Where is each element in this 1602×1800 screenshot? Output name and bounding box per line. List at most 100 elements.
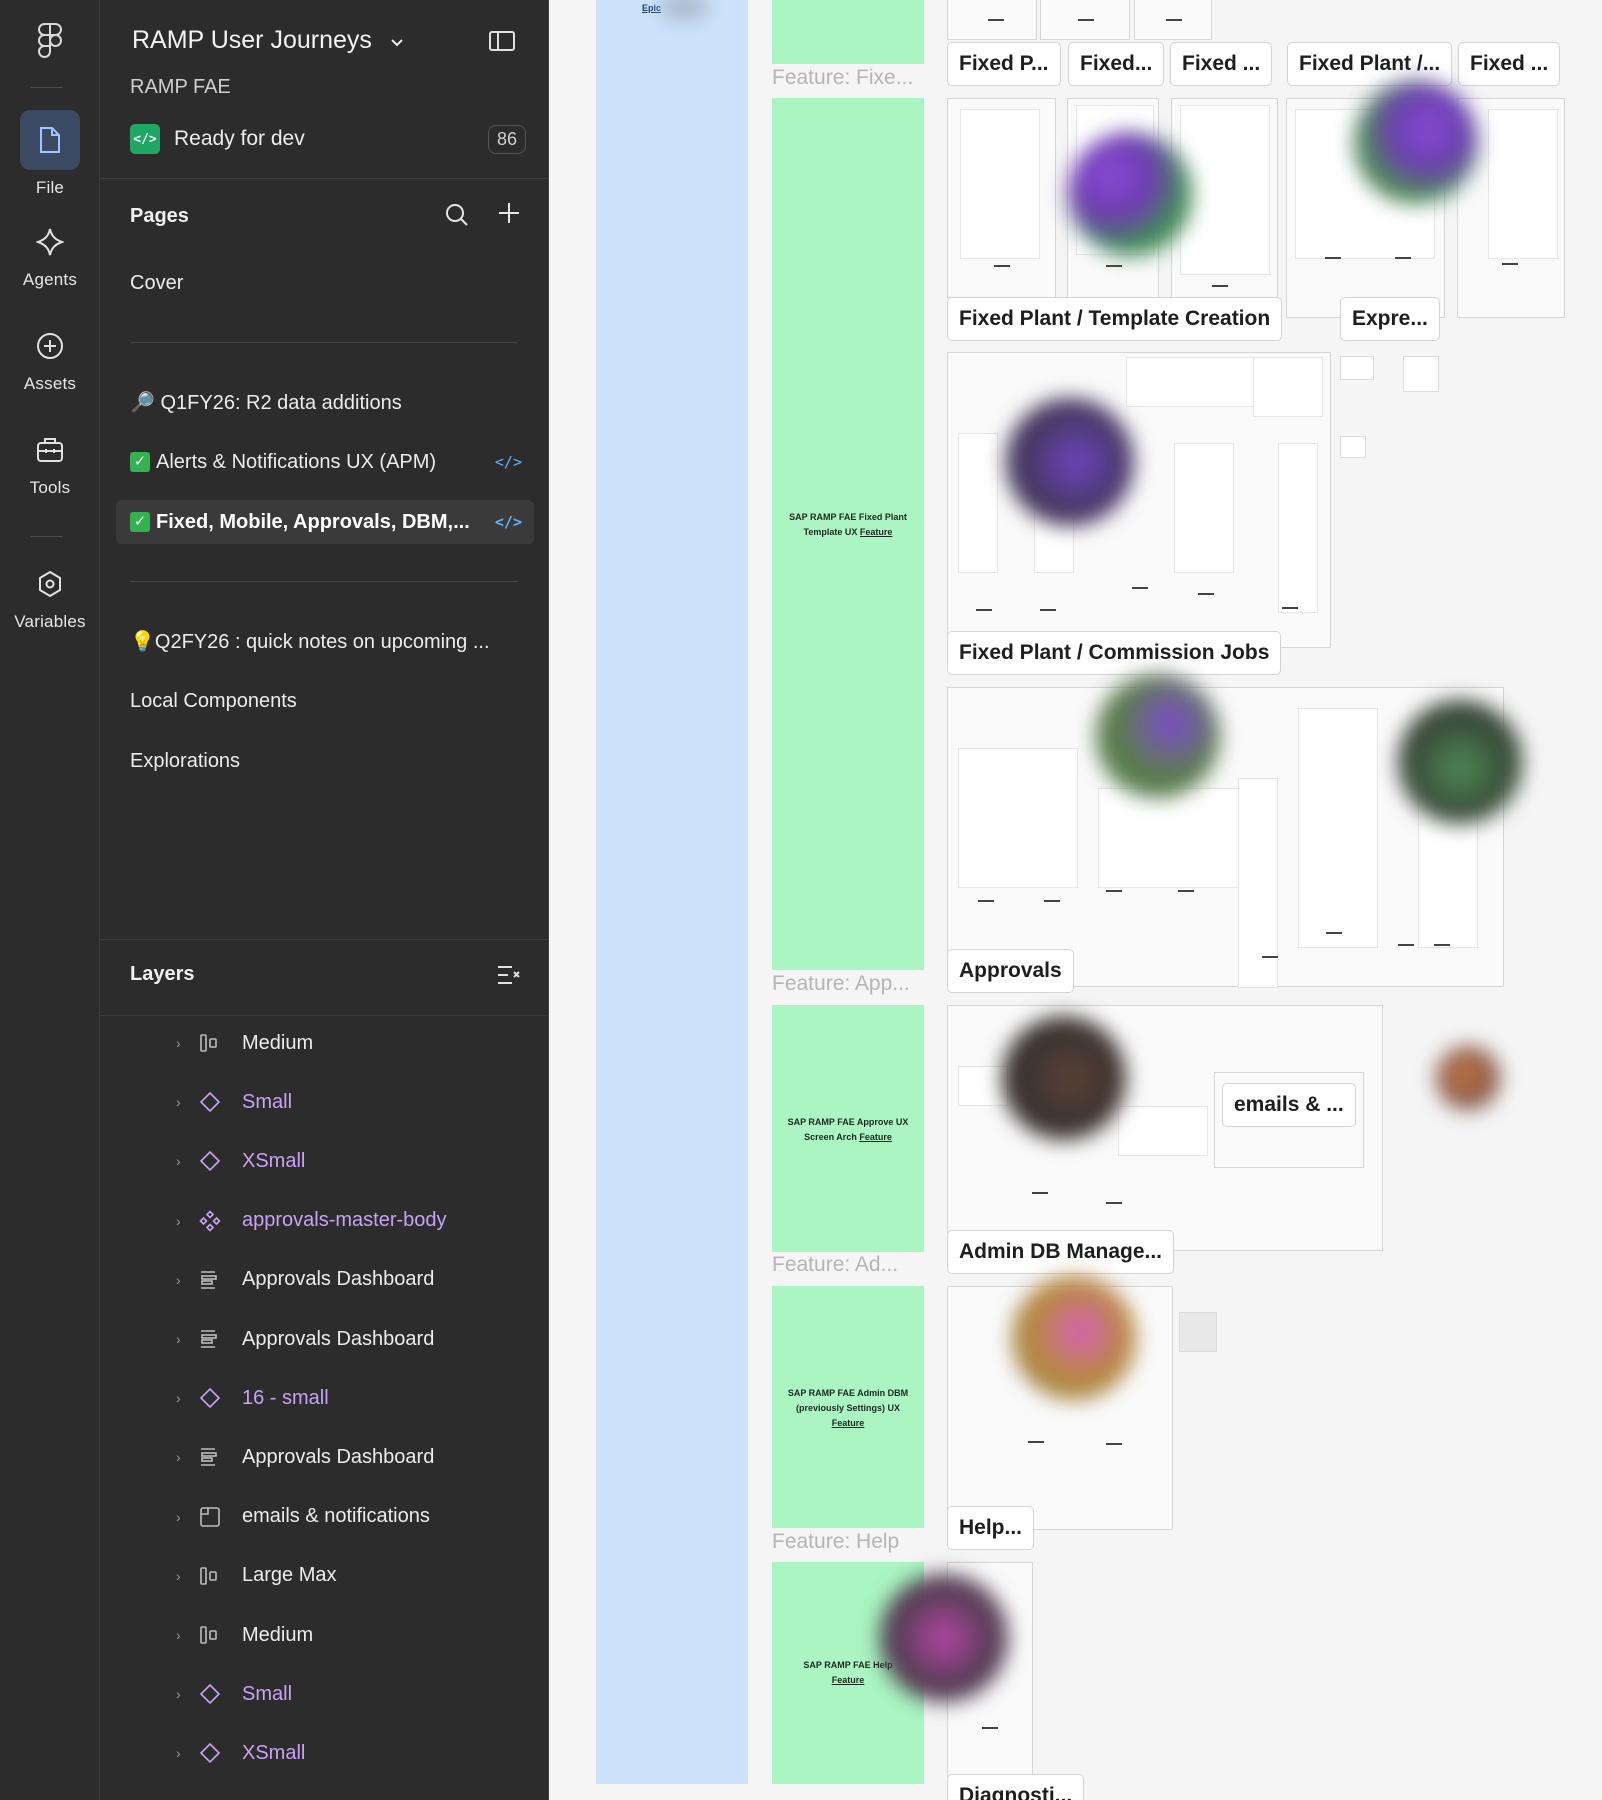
frame-title-diagnostics[interactable]: Diagnosti... xyxy=(947,1774,1085,1800)
frame-title-help[interactable]: Help... xyxy=(947,1506,1035,1550)
layer-name: XSmall xyxy=(242,1741,306,1764)
chevron-right-icon[interactable]: › xyxy=(176,1686,181,1702)
layer-name: Small xyxy=(242,1682,293,1705)
frame-title-expre[interactable]: Expre... xyxy=(1340,297,1440,341)
rail-tools-tab[interactable]: Tools xyxy=(0,430,100,498)
layer-row[interactable]: › approvals-master-body xyxy=(100,1195,549,1247)
layer-name: Large Max xyxy=(242,1564,337,1587)
frame-title-template-creation[interactable]: Fixed Plant / Template Creation xyxy=(947,297,1283,341)
chevron-right-icon[interactable]: › xyxy=(176,1153,181,1169)
rail-variables-tab[interactable]: Variables xyxy=(0,564,100,632)
layer-row[interactable]: › Large Max xyxy=(100,1550,549,1602)
search-icon[interactable] xyxy=(444,202,470,233)
blurred-avatar xyxy=(1068,132,1192,256)
page-item-label: 🔎 Q1FY26: R2 data additions xyxy=(130,391,402,414)
layer-name: Medium xyxy=(242,1031,314,1054)
feature-block-text: SAP RAMP FAE Approve UX Screen Arch Feat… xyxy=(787,1117,909,1142)
feature-label-fixed: Feature: Fixe... xyxy=(772,66,914,89)
left-panel: RAMP User Journeys RAMP FAE </> Ready fo… xyxy=(100,0,549,1800)
page-item-q1fy26[interactable]: 🔎 Q1FY26: R2 data additions xyxy=(116,380,534,424)
section-divider xyxy=(100,939,549,940)
rail-agents-tab[interactable]: Agents xyxy=(0,222,100,290)
frame-title-fixed-3[interactable]: Fixed ... xyxy=(1458,42,1561,86)
frame-title-approvals[interactable]: Approvals xyxy=(947,949,1074,993)
layer-row[interactable]: › XSmall xyxy=(100,1727,549,1779)
chevron-right-icon[interactable]: › xyxy=(176,1272,181,1288)
chevron-right-icon[interactable]: › xyxy=(176,1331,181,1347)
frame-title-commission-jobs[interactable]: Fixed Plant / Commission Jobs xyxy=(947,631,1282,675)
autolayout-icon xyxy=(198,1445,222,1469)
chevron-right-icon[interactable]: › xyxy=(176,1627,181,1643)
frame-title-emails[interactable]: emails & ... xyxy=(1222,1083,1356,1127)
frame-commission-jobs[interactable] xyxy=(947,352,1331,648)
sidebar-toggle-icon[interactable] xyxy=(488,30,516,57)
layer-row[interactable]: › Medium xyxy=(100,1609,549,1661)
collapse-layers-icon[interactable] xyxy=(496,964,522,991)
dev-mode-icon: </> xyxy=(130,124,160,154)
page-item-local-components[interactable]: Local Components xyxy=(116,679,534,723)
layer-row[interactable]: › 16 - small xyxy=(100,1372,549,1424)
chevron-right-icon[interactable]: › xyxy=(176,1213,181,1229)
layer-row[interactable]: › Medium xyxy=(100,1017,549,1069)
chevron-right-icon[interactable]: › xyxy=(176,1094,181,1110)
page-item-label: Cover xyxy=(130,271,184,294)
chevron-right-icon[interactable]: › xyxy=(176,1390,181,1406)
feature-block-approvals[interactable]: SAP RAMP FAE Approve UX Screen Arch Feat… xyxy=(772,1005,924,1252)
feature-block-admin-dbm[interactable]: SAP RAMP FAE Admin DBM (previously Setti… xyxy=(772,1286,924,1528)
chevron-right-icon[interactable]: › xyxy=(176,1745,181,1761)
frame-title-fixed-p[interactable]: Fixed P... xyxy=(947,42,1061,86)
rail-assets-tab[interactable]: Assets xyxy=(0,326,100,394)
mini-frame[interactable] xyxy=(1340,356,1374,380)
add-page-icon[interactable] xyxy=(496,200,522,231)
frame-top-2[interactable] xyxy=(1040,0,1130,40)
feature-label-help: Feature: Help xyxy=(772,1530,900,1553)
tools-briefcase-icon xyxy=(20,430,80,470)
checkmark-icon: ✓ xyxy=(130,512,150,532)
design-canvas[interactable]: Epic Feature: Fixe... SAP RAMP FAE Fixed… xyxy=(550,0,1602,1800)
page-item-fixed-mobile[interactable]: ✓ Fixed, Mobile, Approvals, DBM,... </> xyxy=(116,500,534,544)
component-instance-icon xyxy=(198,1149,222,1173)
blurred-avatar xyxy=(1002,1016,1126,1140)
frame-top-1[interactable] xyxy=(947,0,1037,40)
mini-frame[interactable] xyxy=(1340,436,1366,458)
project-title-button[interactable]: RAMP User Journeys xyxy=(132,26,404,55)
ready-for-dev-row[interactable]: </> Ready for dev 86 xyxy=(130,124,526,154)
figma-logo-icon[interactable] xyxy=(0,22,100,63)
frame-title-fixed-plant[interactable]: Fixed Plant /... xyxy=(1287,42,1453,86)
rail-file-tab[interactable]: File xyxy=(0,110,100,198)
layer-row[interactable]: › Small xyxy=(100,1668,549,1720)
frame-template-1[interactable] xyxy=(947,98,1056,298)
page-item-cover[interactable]: Cover xyxy=(116,261,534,305)
chevron-right-icon[interactable]: › xyxy=(176,1568,181,1584)
frame-variant-icon xyxy=(198,1623,222,1647)
feature-block-fixed-plant[interactable]: SAP RAMP FAE Fixed Plant Template UX Fea… xyxy=(772,98,924,970)
layer-row[interactable]: › emails & notifications xyxy=(100,1491,549,1543)
rail-variables-label: Variables xyxy=(14,612,86,631)
layer-row[interactable]: › Approvals Dashboard xyxy=(100,1313,549,1365)
layer-name: Approvals Dashboard xyxy=(242,1268,435,1291)
frame-top-3[interactable] xyxy=(1134,0,1212,40)
left-rail: File Agents Assets Tools Variables xyxy=(0,0,100,1800)
dev-mode-icon: </> xyxy=(494,513,522,531)
chevron-right-icon[interactable]: › xyxy=(176,1509,181,1525)
frame-title-fixed-2[interactable]: Fixed ... xyxy=(1170,42,1273,86)
epic-column[interactable] xyxy=(596,0,748,1784)
layer-row[interactable]: › Approvals Dashboard xyxy=(100,1431,549,1483)
team-name[interactable]: RAMP FAE xyxy=(130,76,231,99)
page-item-label: 💡Q2FY26 : quick notes on upcoming ... xyxy=(130,630,490,653)
layer-row[interactable]: › Approvals Dashboard xyxy=(100,1254,549,1306)
frame-title-fixed[interactable]: Fixed... xyxy=(1068,42,1165,86)
page-item-explorations[interactable]: Explorations xyxy=(116,739,534,783)
chevron-right-icon[interactable]: › xyxy=(176,1035,181,1051)
page-item-alerts[interactable]: ✓ Alerts & Notifications UX (APM) </> xyxy=(116,440,534,484)
feature-block-top[interactable] xyxy=(772,0,924,64)
page-item-q2fy26[interactable]: 💡Q2FY26 : quick notes on upcoming ... xyxy=(116,619,534,663)
blurred-avatar xyxy=(1436,1046,1500,1110)
layer-row[interactable]: › Small xyxy=(100,1076,549,1128)
chevron-right-icon[interactable]: › xyxy=(176,1449,181,1465)
frame-title-admin-db[interactable]: Admin DB Manage... xyxy=(947,1230,1175,1274)
mini-frame[interactable] xyxy=(1179,1312,1217,1352)
layer-row[interactable]: › XSmall xyxy=(100,1135,549,1187)
mini-frame[interactable] xyxy=(1403,356,1439,392)
layer-name: 16 - small xyxy=(242,1386,329,1409)
